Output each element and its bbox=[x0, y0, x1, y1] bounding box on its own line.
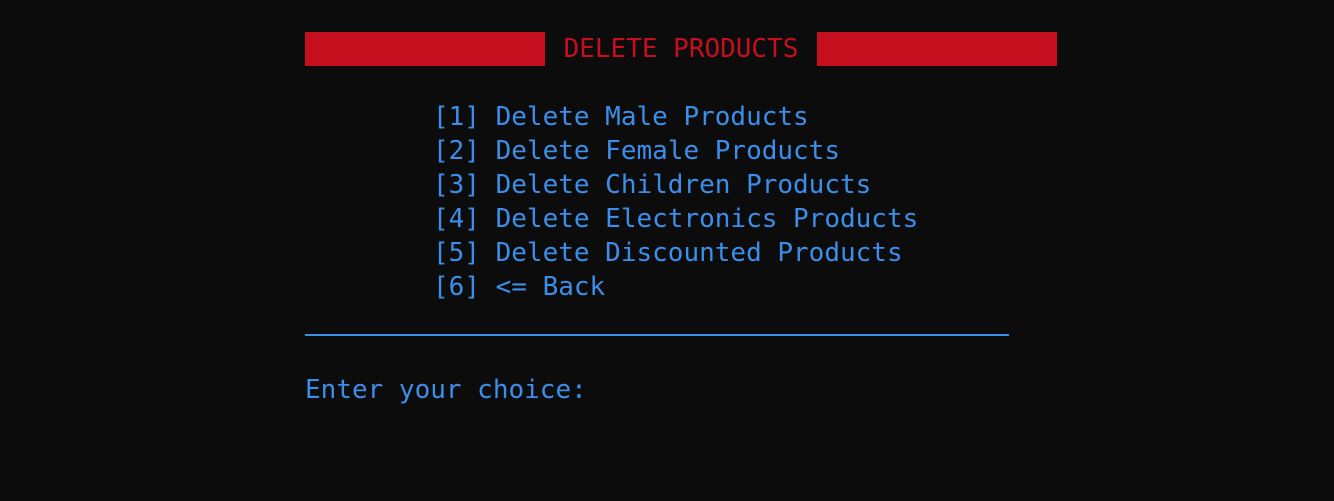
menu-option-delete-discounted[interactable]: [5] Delete Discounted Products bbox=[433, 236, 918, 270]
header-bar-right bbox=[817, 32, 1057, 66]
menu-option-delete-electronics[interactable]: [4] Delete Electronics Products bbox=[433, 202, 918, 236]
page-title: DELETE PRODUCTS bbox=[563, 34, 799, 64]
menu-option-delete-female[interactable]: [2] Delete Female Products bbox=[433, 134, 918, 168]
menu-option-delete-children[interactable]: [3] Delete Children Products bbox=[433, 168, 918, 202]
header-bar-left bbox=[305, 32, 545, 66]
choice-prompt[interactable]: Enter your choice: bbox=[305, 373, 602, 407]
terminal-window: DELETE PRODUCTS [1] Delete Male Products… bbox=[0, 0, 1334, 501]
menu-header: DELETE PRODUCTS bbox=[305, 32, 1057, 66]
menu-option-delete-male[interactable]: [1] Delete Male Products bbox=[433, 100, 918, 134]
menu-options: [1] Delete Male Products [2] Delete Fema… bbox=[433, 100, 918, 304]
divider-line bbox=[305, 334, 1009, 336]
menu-option-back[interactable]: [6] <= Back bbox=[433, 270, 918, 304]
